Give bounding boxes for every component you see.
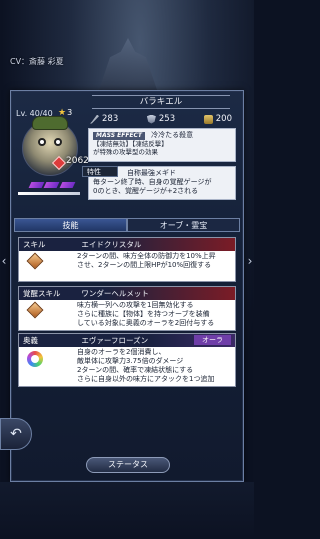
character-name: バラキエル: [92, 95, 230, 109]
awaken-skill-card[interactable]: 覚醒スキル ワンダーヘルメット 味方横一列への攻撃を1回無効化する さらに種族に…: [18, 286, 236, 331]
skill-header: スキル エイドクリスタル: [19, 238, 235, 251]
hp-stat: 200: [203, 113, 232, 125]
mass-effect-tag: MASS EFFECT: [93, 132, 146, 140]
awaken-gem-icon: [26, 301, 44, 319]
back-button[interactable]: ↶: [0, 418, 32, 450]
skill-gem-icon: [26, 252, 44, 270]
ougi-label: 奥義: [23, 336, 38, 345]
next-arrow-icon[interactable]: ›: [246, 248, 254, 274]
skill-line2: させ、2ターンの間上限HPが10%回復する: [77, 261, 212, 269]
awaken-label: 覚醒スキル: [23, 289, 61, 298]
trait-desc1: 毎ターン終了時、自身の覚醒ゲージが: [93, 178, 212, 186]
exp-bar: [18, 192, 80, 195]
avatar-eyes: [38, 138, 62, 146]
avatar-hat: [32, 116, 68, 130]
awaken-line2: さらに種族に【物体】を持つオーブを装備: [77, 310, 210, 318]
hp-icon: [203, 114, 213, 124]
tab-skills[interactable]: 技能: [14, 218, 127, 232]
tab-bar: 技能 オーブ・霊宝: [14, 218, 240, 232]
ougi-header: 奥義 エヴァーフローズン オーラ: [19, 334, 235, 347]
ougi-body: 自身のオーラを2個消費し、 敵単体に攻撃力3.75倍のダメージ 2ターンの間、確…: [19, 347, 235, 386]
awaken-line3: している対象に奥義のオーラを2回付与する: [77, 319, 215, 327]
stat-row: 283 253 200: [90, 113, 232, 125]
ougi-line3: 2ターンの間、確率で凍結状態にする: [77, 366, 194, 374]
hp-value: 200: [215, 114, 232, 124]
trait-title: 自称最強メギド: [127, 169, 176, 177]
power-value: 2062: [66, 156, 89, 166]
prev-arrow-icon[interactable]: ‹: [0, 248, 8, 274]
attack-stat: 283: [90, 113, 118, 125]
skill-body: 2ターンの間、味方全体の防御力を10%上昇 させ、2ターンの間上限HPが10%回…: [19, 251, 235, 281]
awaken-name: ワンダーヘルメット: [81, 289, 149, 298]
mass-effect-line2: が特殊の攻撃型の効果: [93, 148, 158, 156]
mass-effect-name: 冷冷たる殺意: [151, 131, 194, 139]
awaken-body: 味方横一列への攻撃を1回無効化する さらに種族に【物体】を持つオーブを装備 して…: [19, 300, 235, 330]
mass-effect-box[interactable]: MASS EFFECT 冷冷たる殺意 【凍結無効】【凍結反撃】 が特殊の攻撃型の…: [88, 128, 236, 162]
ougi-ring-icon: [27, 351, 43, 367]
awaken-gauge: [28, 182, 76, 188]
defense-stat: 253: [146, 113, 176, 125]
awaken-line1: 味方横一列への攻撃を1回無効化する: [77, 301, 194, 309]
sword-icon: [90, 114, 99, 124]
skill-label: スキル: [23, 240, 46, 249]
awaken-header: 覚醒スキル ワンダーヘルメット: [19, 287, 235, 300]
footer-area: [0, 482, 254, 539]
star-count: 3: [67, 108, 73, 117]
skill-name: エイドクリスタル: [81, 240, 142, 249]
mass-effect-line1: 【凍結無効】【凍結反撃】: [93, 140, 168, 148]
attack-value: 283: [102, 114, 119, 124]
ougi-name: エヴァーフローズン: [81, 336, 149, 345]
cv-label: CV：斎藤 彩夏: [10, 57, 64, 66]
ougi-card[interactable]: 奥義 エヴァーフローズン オーラ 自身のオーラを2個消費し、 敵単体に攻撃力3.…: [18, 333, 236, 387]
trait-label: 特性: [82, 166, 118, 177]
ougi-line1: 自身のオーラを2個消費し、: [77, 348, 166, 356]
skill-line1: 2ターンの間、味方全体の防御力を10%上昇: [77, 252, 216, 260]
ougi-line4: さらに自身以外の味方にアタックを1つ追加: [77, 375, 215, 383]
shield-icon: [146, 114, 156, 124]
aura-tag: オーラ: [194, 335, 231, 345]
defense-value: 253: [158, 114, 176, 124]
ougi-line2: 敵単体に攻撃力3.75倍のダメージ: [77, 357, 184, 365]
skill-card[interactable]: スキル エイドクリスタル 2ターンの間、味方全体の防御力を10%上昇 させ、2タ…: [18, 237, 236, 282]
tab-orb[interactable]: オーブ・霊宝: [127, 218, 240, 232]
trait-desc2: 0のとき、覚醒ゲージが+2される: [93, 187, 199, 195]
status-button[interactable]: ステータス: [86, 457, 170, 473]
